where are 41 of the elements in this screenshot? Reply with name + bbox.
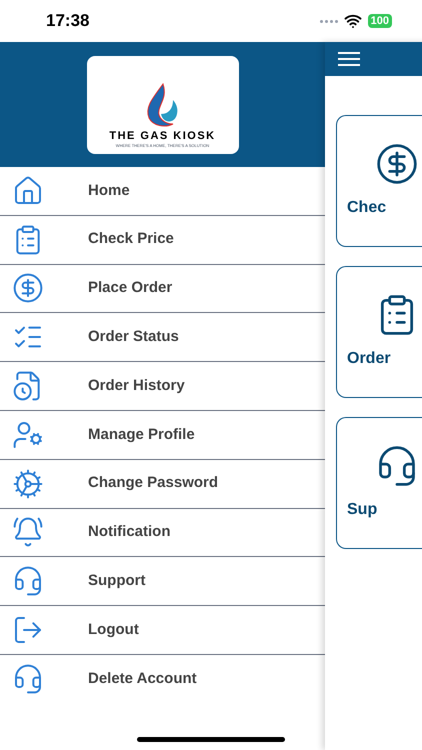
card-label: Sup — [347, 500, 378, 520]
menu-label: Order Status — [88, 327, 179, 348]
house-icon — [12, 174, 44, 207]
menu-item[interactable]: Home — [0, 167, 325, 216]
dashboard-card[interactable]: Chec — [336, 115, 422, 247]
wifi-icon — [344, 12, 362, 30]
menu-label: Manage Profile — [88, 424, 195, 445]
menu-label: Home — [88, 180, 130, 201]
status-time: 17:38 — [46, 10, 90, 32]
menu-label: Check Price — [88, 229, 174, 250]
menu-item[interactable]: Place Order — [0, 264, 325, 314]
menu-label: Notification — [88, 522, 170, 542]
menu-item[interactable]: Support — [0, 557, 325, 606]
menu-item[interactable]: Notification — [0, 508, 325, 558]
signal-icon — [320, 20, 338, 22]
menu-item[interactable]: Manage Profile — [0, 410, 325, 460]
menu-item[interactable]: Check Price — [0, 216, 325, 265]
menu-item[interactable]: Order Status — [0, 313, 325, 362]
menu-item[interactable]: Logout — [0, 606, 325, 655]
menu-label: Change Password — [88, 473, 218, 494]
menu-icon[interactable] — [337, 51, 361, 67]
battery-level: 100 — [368, 14, 392, 28]
menu-item[interactable]: Delete Account — [0, 654, 325, 704]
menu-label: Support — [88, 571, 146, 592]
dashboard-card[interactable]: Sup — [336, 417, 422, 549]
logo-name: THE GAS KIOSK — [109, 130, 216, 142]
card-label: Chec — [347, 198, 386, 218]
coin-icon — [12, 272, 44, 304]
card-label: Order — [347, 349, 391, 369]
dashboard-card[interactable]: Order — [336, 266, 422, 398]
menu-label: Delete Account — [88, 669, 197, 690]
menu-label: Order History — [88, 376, 185, 396]
menu-item[interactable]: Order History — [0, 362, 325, 411]
headset-icon — [12, 565, 44, 598]
bell-icon — [12, 516, 44, 548]
headset-icon — [12, 663, 44, 696]
gear-icon — [12, 468, 44, 500]
menu-label: Place Order — [88, 278, 172, 298]
menu-item[interactable]: Change Password — [0, 460, 325, 509]
coin-icon — [374, 142, 418, 186]
menu-label: Logout — [88, 620, 139, 640]
